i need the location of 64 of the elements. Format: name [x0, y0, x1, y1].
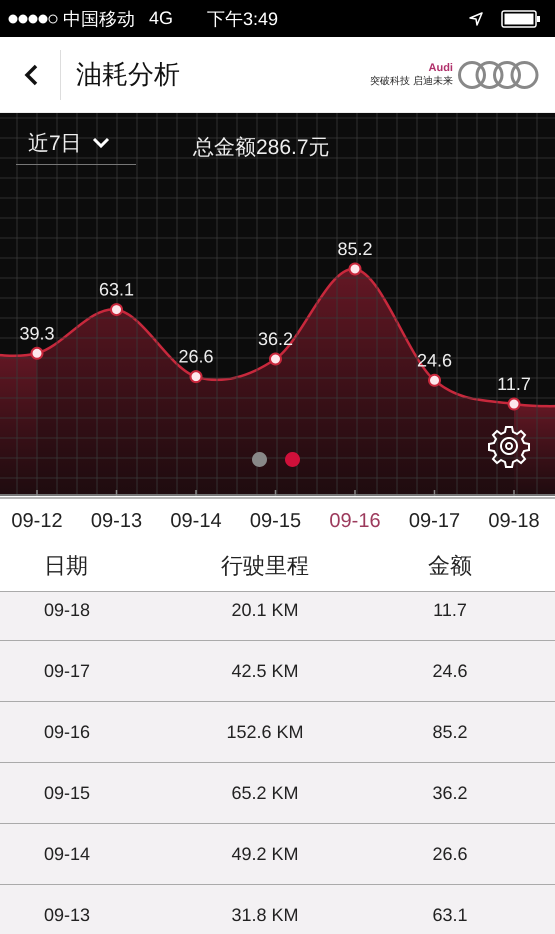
date-tab[interactable]: 09-13 [90, 510, 142, 532]
table-cell-text: 11.7 [432, 600, 468, 620]
brand-slogan: 突破科技 启迪未来 [370, 74, 453, 88]
column-header: 日期 [43, 552, 89, 580]
table-cell-text: 42.5 KM [230, 660, 300, 682]
chevron-down-icon [92, 136, 110, 148]
table-cell-text: 36.2 [431, 782, 469, 804]
table-row[interactable]: 09-15 65.2 KM 36.2 [0, 763, 555, 824]
table-cell-text: 09-15 [43, 782, 92, 804]
column-header: 行驶里程 [220, 552, 310, 580]
table-cell-text: 49.2 KM [230, 844, 300, 864]
table-cell-text: 24.6 [431, 660, 469, 682]
table-cell-text: 20.1 KM [230, 600, 300, 620]
signal-icon [8, 14, 58, 24]
table-cell-text: 09-13 [43, 904, 92, 926]
data-point [508, 398, 520, 410]
settings-icon [487, 424, 531, 468]
table-cell-text: 85.2 [431, 722, 469, 742]
column-header: 金额 [427, 552, 473, 580]
page-title: 油耗分析 [76, 58, 181, 91]
date-tab[interactable]: 09-12 [11, 510, 63, 532]
table-cell-text: 09-14 [43, 844, 92, 864]
table-row[interactable]: 09-14 49.2 KM 26.6 [0, 824, 555, 885]
data-label: 11.7 [497, 374, 531, 394]
table-row[interactable]: 09-13 31.8 KM 63.1 [0, 885, 555, 934]
location-icon [469, 12, 483, 26]
date-tab[interactable]: 09-15 [250, 510, 302, 532]
table-cell-text: 09-17 [43, 660, 92, 682]
total-amount: 总金额286.7元 [193, 135, 330, 161]
data-point [428, 374, 441, 387]
battery-icon [501, 10, 541, 28]
back-icon [24, 64, 38, 86]
brand-name: Audi [428, 62, 453, 74]
network-text: 4G [149, 8, 174, 29]
table-row[interactable]: 09-16 152.6 KM 85.2 [0, 702, 555, 763]
table-cell-text: 152.6 KM [225, 722, 305, 742]
data-point [30, 346, 44, 360]
data-point [190, 370, 202, 384]
data-label: 63.1 [98, 280, 134, 300]
table-cell-text: 31.8 KM [230, 904, 300, 926]
date-tab[interactable]: 09-18 [488, 510, 540, 532]
table-row[interactable]: 09-17 42.5 KM 24.6 [0, 641, 555, 702]
date-tab[interactable]: 09-16 [329, 510, 381, 532]
data-point [110, 303, 123, 316]
data-point [269, 352, 282, 366]
rings-logo-icon [457, 60, 539, 90]
date-tab[interactable]: 09-14 [170, 510, 222, 532]
settings-button[interactable] [487, 424, 531, 468]
data-label: 85.2 [337, 239, 373, 259]
table-row[interactable]: 09-18 20.1 KM 11.7 [0, 592, 555, 641]
data-label: 39.3 [19, 323, 55, 344]
date-tab[interactable]: 09-17 [408, 510, 460, 532]
period-dropdown[interactable]: 近7日 [16, 127, 136, 165]
carrier-text: 中国移动 [63, 8, 135, 30]
table-cell-text: 65.2 KM [230, 782, 300, 804]
data-label: 36.2 [258, 329, 294, 349]
table-cell-text: 63.1 [431, 904, 469, 926]
data-point [348, 262, 362, 276]
table-cell-text: 26.6 [431, 844, 469, 864]
data-label: 26.6 [178, 346, 214, 367]
data-label: 24.6 [416, 350, 452, 370]
time-text: 下午3:49 [207, 8, 280, 30]
table-cell-text: 09-18 [43, 600, 92, 620]
table-cell-text: 09-16 [43, 722, 92, 742]
